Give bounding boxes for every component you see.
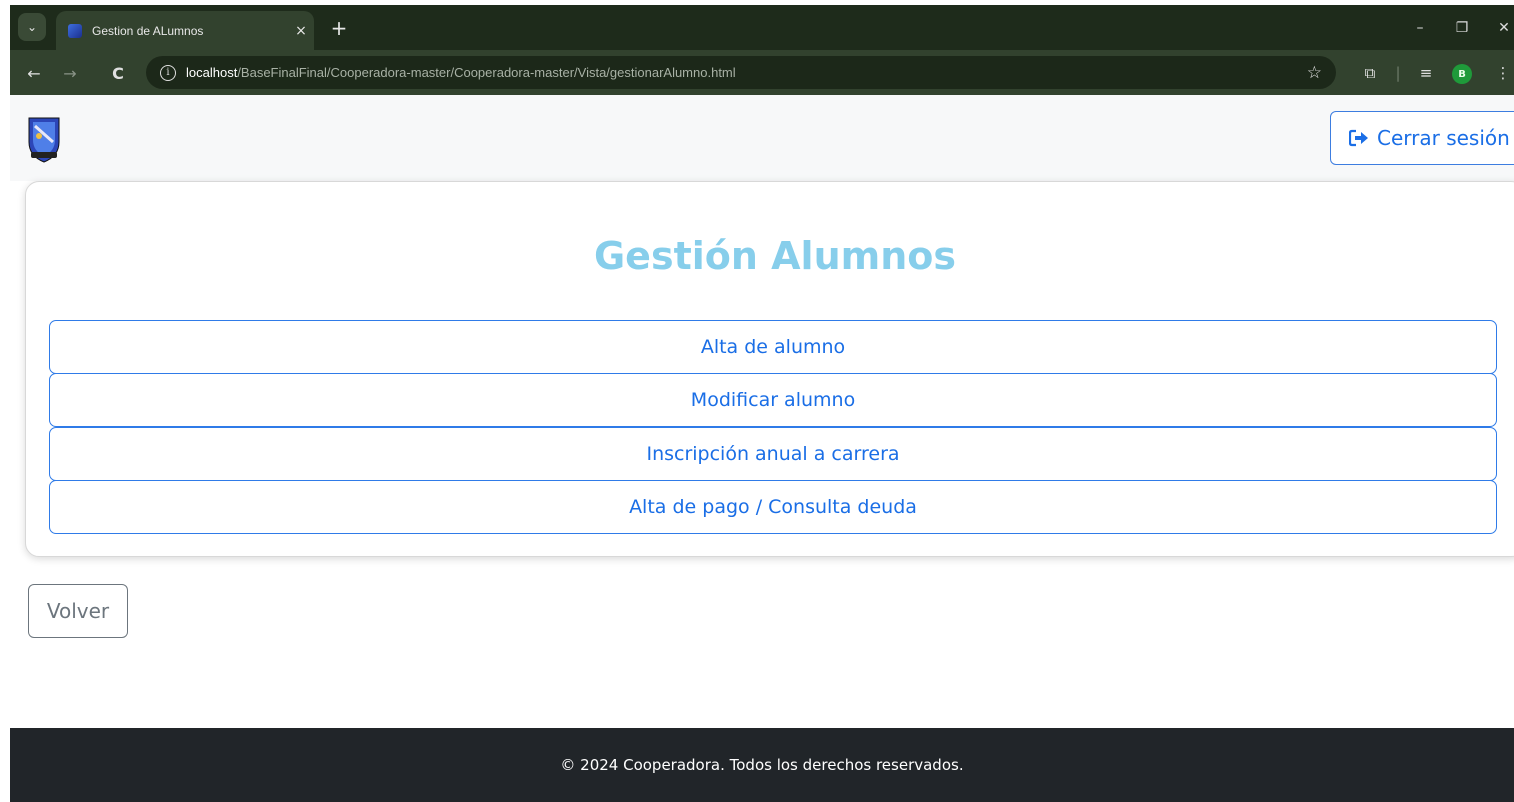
footer-text: © 2024 Cooperadora. Todos los derechos r… [560,756,964,774]
payment-debt-button[interactable]: Alta de pago / Consulta deuda [49,480,1497,534]
address-bar-row: ← → C i localhost/BaseFinalFinal/Coopera… [10,50,1514,95]
minimize-icon[interactable]: – [1400,15,1440,41]
footer: © 2024 Cooperadora. Todos los derechos r… [10,728,1514,802]
back-arrow-icon[interactable]: ← [20,59,48,87]
page: Cerrar sesión Gestión Alumnos Alta de al… [10,95,1514,802]
back-button[interactable]: Volver [28,584,128,638]
new-tab-button[interactable]: + [326,15,352,41]
navbar: Cerrar sesión [10,95,1514,181]
logout-button[interactable]: Cerrar sesión [1330,111,1514,165]
reload-icon[interactable]: C [104,59,132,87]
shield-logo-icon[interactable] [27,114,61,164]
annual-enrollment-button[interactable]: Inscripción anual a carrera [49,427,1497,481]
favicon-icon [68,23,82,38]
url-text: localhost/BaseFinalFinal/Cooperadora-mas… [186,65,736,80]
toolbar-divider: | [1395,64,1401,82]
media-controls-icon[interactable]: ≡ [1412,59,1440,87]
bookmark-star-icon[interactable]: ☆ [1307,63,1322,83]
site-info-icon[interactable]: i [160,64,176,81]
modify-student-button[interactable]: Modificar alumno [49,373,1497,427]
browser-chrome: ⌄ Gestion de ALumnos × + – ❐ ✕ ← → C i l… [10,5,1514,95]
url-path: /BaseFinalFinal/Cooperadora-master/Coope… [237,65,736,80]
tab-active[interactable]: Gestion de ALumnos × [56,11,314,50]
window-edge [0,0,10,802]
tab-close-icon[interactable]: × [288,23,314,39]
browser-menu-icon[interactable]: ⋮ [1494,59,1512,87]
extensions-icon[interactable]: ⧉ [1356,59,1384,87]
forward-arrow-icon[interactable]: → [56,59,84,87]
close-window-icon[interactable]: ✕ [1484,15,1514,41]
add-student-button[interactable]: Alta de alumno [49,320,1497,374]
profile-avatar[interactable]: B [1452,64,1472,84]
logout-label: Cerrar sesión [1377,126,1510,150]
tab-title: Gestion de ALumnos [92,23,204,38]
sign-out-icon [1349,129,1368,147]
tab-search-dropdown-icon[interactable]: ⌄ [18,13,46,41]
url-host: localhost [186,65,238,80]
student-management-card: Gestión Alumnos Alta de alumno Modificar… [25,181,1514,557]
page-title: Gestión Alumnos [593,234,957,278]
tab-bar: ⌄ Gestion de ALumnos × + – ❐ ✕ [10,5,1514,50]
address-bar[interactable]: i localhost/BaseFinalFinal/Cooperadora-m… [146,56,1336,89]
restore-icon[interactable]: ❐ [1442,15,1482,41]
